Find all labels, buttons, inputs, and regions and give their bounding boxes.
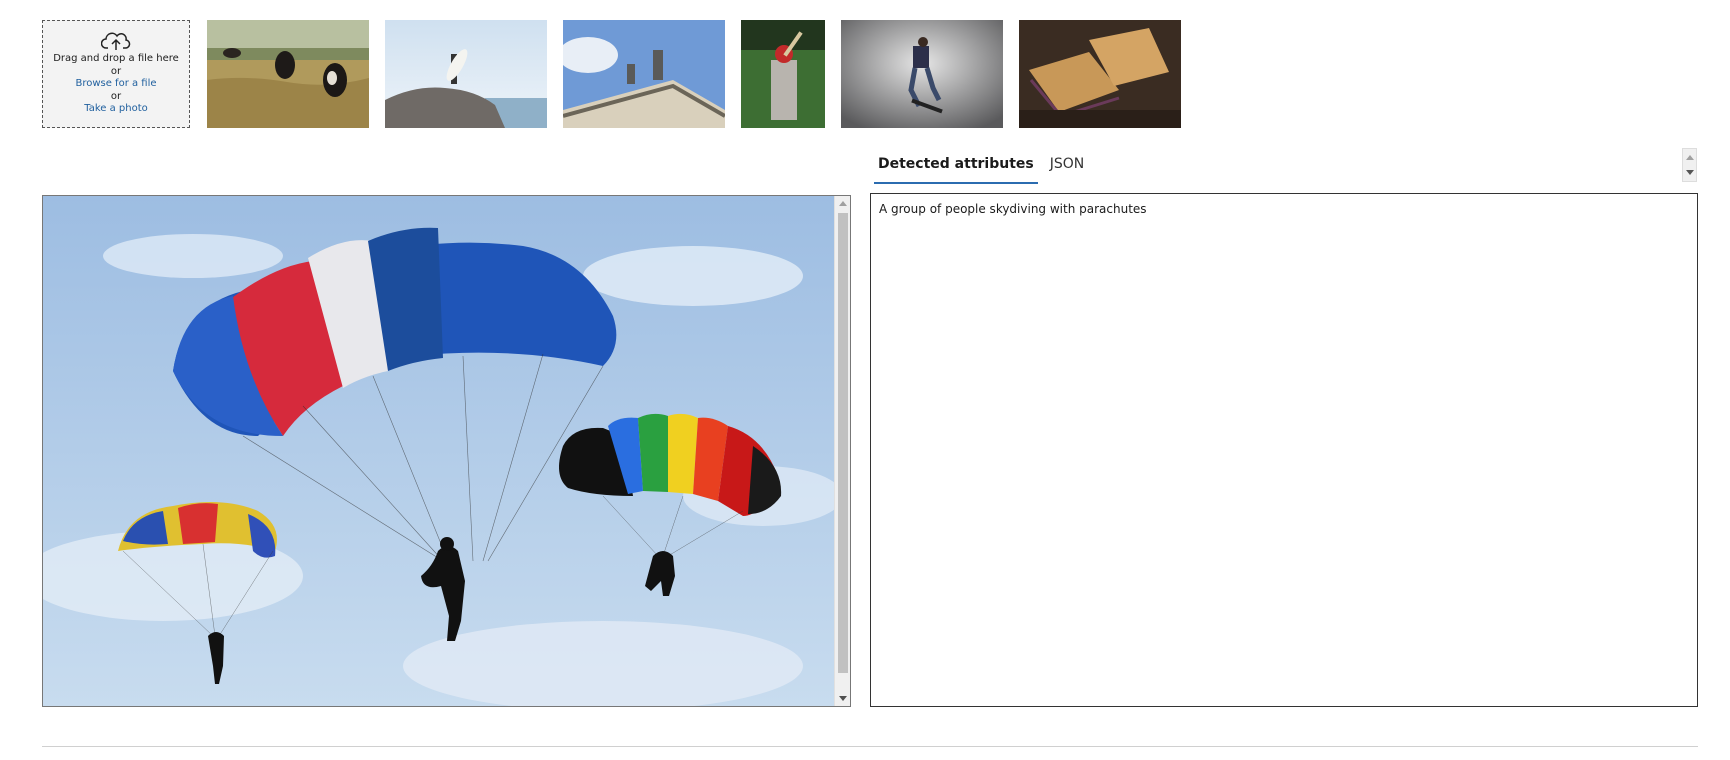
or-text: or	[110, 90, 122, 102]
result-tabs: Detected attributes JSON	[874, 150, 1088, 184]
caption-text: A group of people skydiving with parachu…	[879, 202, 1147, 216]
scrollbar-thumb[interactable]	[838, 213, 848, 673]
thumbnail-building-statue[interactable]	[563, 20, 725, 128]
upload-dropzone[interactable]: Drag and drop a file here or Browse for …	[42, 20, 190, 128]
thumbnail-grilled-sandwich[interactable]	[1019, 20, 1181, 128]
bottom-divider	[42, 746, 1698, 747]
scroll-up-arrow-icon[interactable]	[839, 201, 847, 206]
skydivers-image	[43, 196, 836, 706]
scroll-up-arrow-icon[interactable]	[1686, 155, 1694, 160]
thumbnail-skateboarder[interactable]	[841, 20, 1003, 128]
tab-json[interactable]: JSON	[1046, 150, 1089, 184]
scroll-down-arrow-icon[interactable]	[1686, 170, 1694, 175]
or-text: or	[110, 65, 122, 77]
take-photo-link[interactable]: Take a photo	[43, 103, 189, 116]
tab-detected-attributes[interactable]: Detected attributes	[874, 150, 1038, 184]
thumbnail-surfer-on-rocks[interactable]	[385, 20, 547, 128]
thumbnail-baseball-batter[interactable]	[741, 20, 825, 128]
drag-drop-text: Drag and drop a file here	[53, 53, 179, 64]
viewer-scrollbar[interactable]	[834, 196, 850, 706]
thumbnail-cows-grazing[interactable]	[207, 20, 369, 128]
image-viewer	[42, 195, 851, 707]
cloud-upload-icon	[101, 32, 131, 50]
scroll-down-arrow-icon[interactable]	[839, 696, 847, 701]
tab-scroll-control[interactable]	[1682, 148, 1697, 182]
browse-file-link[interactable]: Browse for a file	[43, 78, 189, 91]
detected-attributes-panel: A group of people skydiving with parachu…	[870, 193, 1698, 707]
